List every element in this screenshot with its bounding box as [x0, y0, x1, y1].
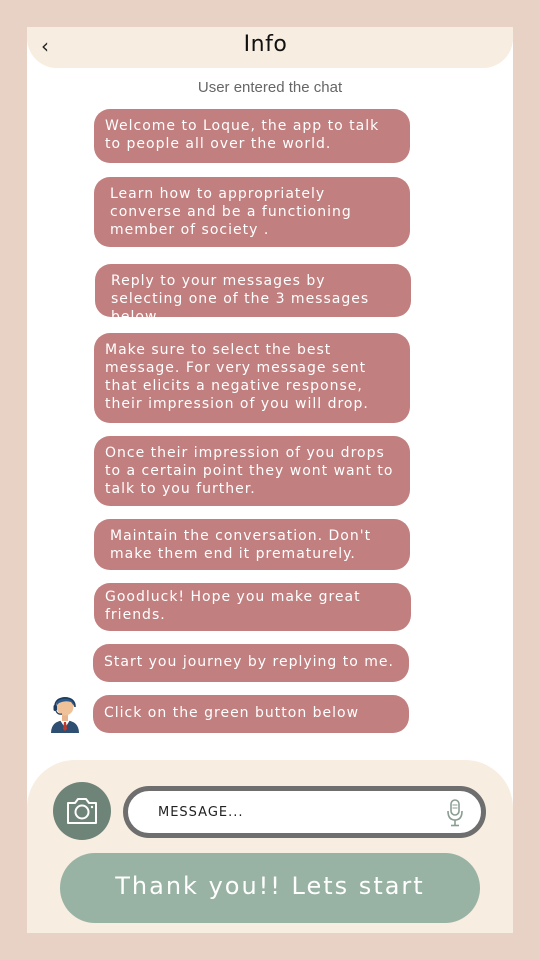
chat-bubble: Learn how to appropriately converse and … — [94, 177, 410, 247]
chat-bubble: Click on the green button below — [93, 695, 409, 733]
chat-bubble: Make sure to select the best message. Fo… — [94, 333, 410, 423]
camera-icon — [67, 798, 97, 824]
system-note: User entered the chat — [197, 79, 343, 96]
camera-button[interactable] — [53, 782, 111, 840]
chat-bubble: Once their impression of you drops to a … — [94, 436, 410, 506]
page-title: Info — [243, 32, 288, 57]
microphone-icon[interactable] — [446, 798, 464, 828]
header-bar: ‹ Info — [27, 27, 513, 68]
chat-bubble: Maintain the conversation. Don't make th… — [94, 519, 410, 570]
composer-bar: Thank you!! Lets start — [27, 760, 513, 933]
support-agent-avatar-icon — [49, 695, 81, 733]
message-input[interactable] — [158, 800, 428, 824]
chat-bubble: Goodluck! Hope you make great friends. — [94, 583, 411, 631]
chat-bubble: Start you journey by replying to me. — [93, 644, 409, 682]
phone-screen: ‹ Info User entered the chat Welcome to … — [27, 27, 513, 933]
message-field[interactable] — [123, 786, 486, 838]
chat-bubble: Reply to your messages by selecting one … — [95, 264, 411, 325]
start-button[interactable]: Thank you!! Lets start — [60, 853, 480, 923]
chat-bubble: Welcome to Loque, the app to talk to peo… — [94, 109, 410, 163]
